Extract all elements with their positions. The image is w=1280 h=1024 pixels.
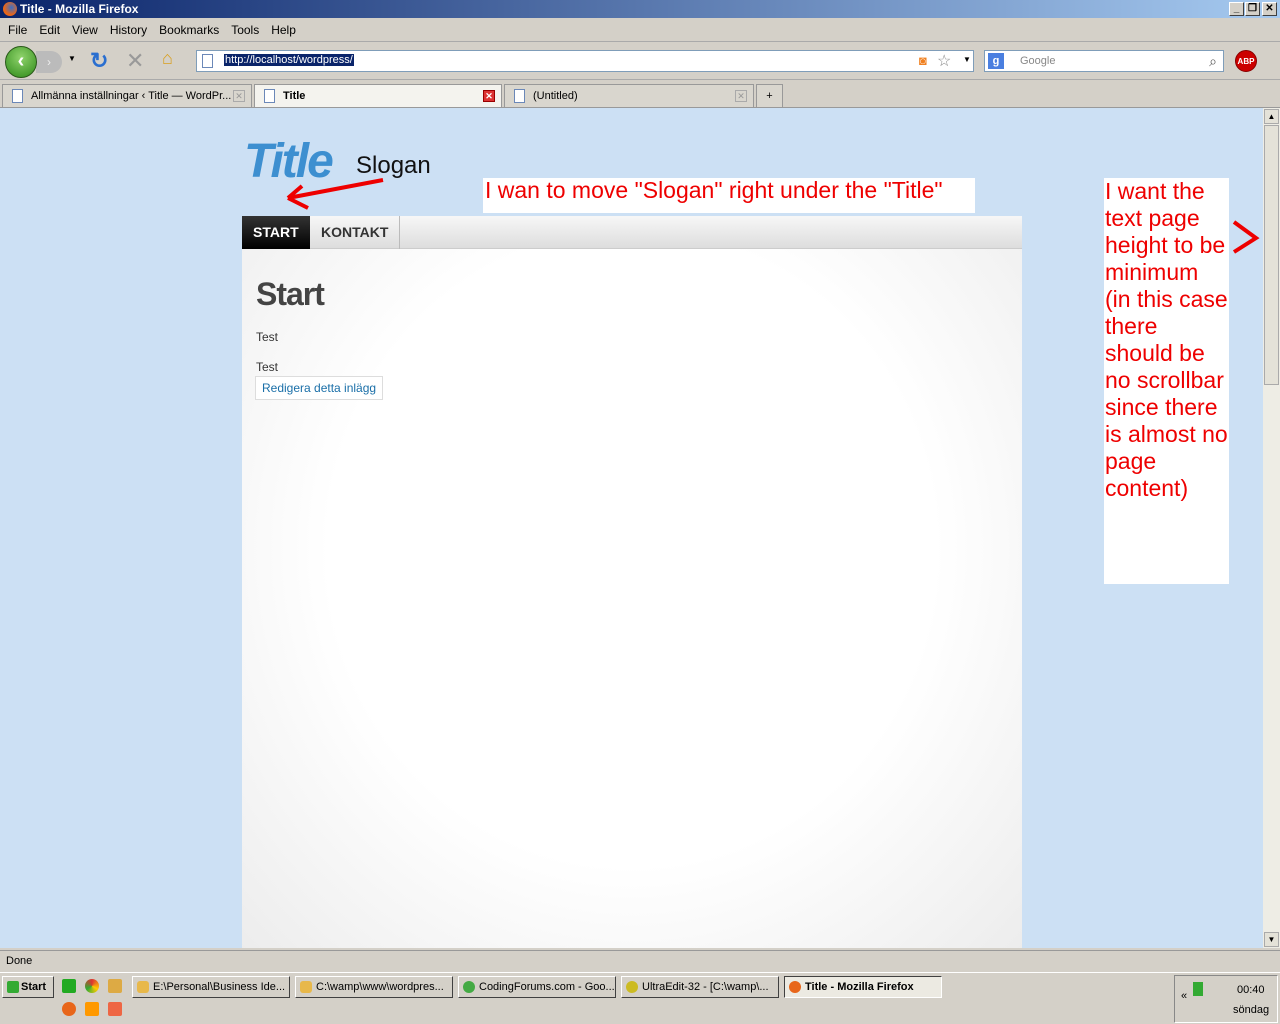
- firefox-icon: [3, 2, 17, 16]
- title-bar: Title - Mozilla Firefox _ ❐ ✕: [0, 0, 1280, 18]
- tab-title[interactable]: Title ✕: [254, 84, 502, 107]
- chrome-icon[interactable]: [85, 979, 99, 993]
- restore-button[interactable]: ❐: [1245, 2, 1260, 16]
- menu-view[interactable]: View: [66, 20, 104, 41]
- url-dropdown-icon[interactable]: ▼: [963, 55, 971, 64]
- window-title: Title - Mozilla Firefox: [20, 2, 139, 16]
- tab-label: Allmänna inställningar ‹ Title — WordPr.…: [31, 90, 232, 102]
- page-content-area: START KONTAKT Start Test Test Redigera d…: [242, 216, 1022, 948]
- taskbar-item-explorer-2[interactable]: C:\wamp\www\wordpres...: [295, 976, 453, 998]
- menu-bar: File Edit View History Bookmarks Tools H…: [0, 20, 1280, 42]
- close-tab-icon[interactable]: ✕: [735, 90, 747, 102]
- taskbar-label: Title - Mozilla Firefox: [805, 981, 914, 993]
- tab-label: Title: [283, 90, 306, 102]
- ultraedit-icon: [626, 981, 638, 993]
- tab-wordpress-settings[interactable]: Allmänna inställningar ‹ Title — WordPr.…: [2, 84, 252, 107]
- chrome-icon: [463, 981, 475, 993]
- rss-icon[interactable]: ◙: [919, 53, 927, 68]
- network-icon[interactable]: [1193, 982, 1203, 996]
- folder-icon: [137, 981, 149, 993]
- annotation-note-slogan: I wan to move "Slogan" right under the "…: [483, 178, 975, 213]
- nav-start[interactable]: START: [242, 216, 310, 249]
- paragraph: Test: [256, 360, 279, 374]
- vertical-scrollbar[interactable]: ▲ ▼: [1263, 108, 1280, 948]
- tab-untitled[interactable]: (Untitled) ✕: [504, 84, 754, 107]
- tab-bar: Allmänna inställningar ‹ Title — WordPr.…: [0, 82, 1280, 108]
- start-label: Start: [21, 981, 47, 993]
- close-tab-icon[interactable]: ✕: [233, 90, 245, 102]
- adblock-icon[interactable]: ABP: [1235, 50, 1257, 72]
- home-icon[interactable]: ⌂: [162, 48, 173, 69]
- page-icon: [514, 89, 525, 103]
- clock-time[interactable]: 00:40: [1237, 984, 1265, 996]
- taskbar-item-explorer-1[interactable]: E:\Personal\Business Ide...: [132, 976, 290, 998]
- menu-help[interactable]: Help: [265, 20, 302, 41]
- search-placeholder: Google: [1020, 55, 1056, 67]
- google-icon[interactable]: g: [988, 53, 1004, 69]
- status-bar: Done: [0, 950, 1280, 972]
- page-icon: [264, 89, 275, 103]
- scroll-up-icon[interactable]: ▲: [1264, 109, 1279, 124]
- taskbar-item-chrome[interactable]: CodingForums.com - Goo...: [458, 976, 616, 998]
- page-viewport: Title Slogan I wan to move "Slogan" righ…: [0, 108, 1263, 948]
- search-input[interactable]: g Google ⌕: [984, 50, 1224, 72]
- clock-day: söndag: [1233, 1004, 1270, 1016]
- taskbar-label: CodingForums.com - Goo...: [479, 981, 615, 993]
- menu-file[interactable]: File: [2, 20, 33, 41]
- bookmark-star-icon[interactable]: ☆: [937, 51, 951, 71]
- firefox-icon: [789, 981, 801, 993]
- menu-edit[interactable]: Edit: [33, 20, 66, 41]
- taskbar-label: E:\Personal\Business Ide...: [153, 981, 286, 993]
- menu-bookmarks[interactable]: Bookmarks: [153, 20, 225, 41]
- tab-label: (Untitled): [533, 90, 578, 102]
- scrollbar-thumb[interactable]: [1264, 125, 1279, 385]
- red-arrow-annotation: [286, 178, 384, 210]
- search-icon[interactable]: ⌕: [1209, 51, 1217, 71]
- url-text[interactable]: http://localhost/wordpress/: [224, 54, 354, 66]
- page-icon: [12, 89, 23, 103]
- new-tab-button[interactable]: +: [756, 84, 783, 107]
- back-button[interactable]: ‹: [5, 46, 37, 78]
- system-tray: « 00:40 söndag: [1174, 975, 1278, 1023]
- paragraph: Test: [256, 330, 279, 344]
- taskbar-item-firefox[interactable]: Title - Mozilla Firefox: [784, 976, 942, 998]
- folder-icon: [300, 981, 312, 993]
- scroll-down-icon[interactable]: ▼: [1264, 932, 1279, 947]
- page-heading: Start: [256, 276, 325, 312]
- minimize-button[interactable]: _: [1229, 2, 1244, 16]
- expand-tray-icon[interactable]: «: [1181, 990, 1187, 1002]
- site-nav: START KONTAKT: [242, 216, 1022, 249]
- red-arrow-annotation: [1232, 220, 1260, 254]
- history-dropdown-icon[interactable]: ▼: [68, 54, 76, 63]
- utorrent-icon[interactable]: [62, 979, 76, 993]
- taskbar: Start E:\Personal\Business Ide... C:\wam…: [0, 972, 1280, 1024]
- start-button[interactable]: Start: [2, 976, 54, 998]
- menu-tools[interactable]: Tools: [225, 20, 265, 41]
- taskbar-label: C:\wamp\www\wordpres...: [316, 981, 444, 993]
- app-icon[interactable]: [85, 1002, 99, 1016]
- app-icon[interactable]: [108, 979, 122, 993]
- close-button[interactable]: ✕: [1262, 2, 1277, 16]
- windows-icon: [7, 981, 19, 993]
- status-text: Done: [6, 955, 33, 967]
- stop-icon[interactable]: ✕: [126, 48, 144, 74]
- edit-post-link[interactable]: Redigera detta inlägg: [255, 376, 384, 400]
- address-bar[interactable]: http://localhost/wordpress/ ◙ ☆ ▼: [196, 50, 974, 72]
- forward-button[interactable]: ›: [36, 51, 62, 73]
- firefox-icon[interactable]: [62, 1002, 76, 1016]
- page-icon: [202, 54, 213, 68]
- menu-history[interactable]: History: [104, 20, 153, 41]
- reload-icon[interactable]: ↻: [90, 48, 108, 74]
- taskbar-item-ultraedit[interactable]: UltraEdit-32 - [C:\wamp\...: [621, 976, 779, 998]
- nav-kontakt[interactable]: KONTAKT: [310, 216, 400, 249]
- app-icon[interactable]: [108, 1002, 122, 1016]
- close-tab-icon[interactable]: ✕: [483, 90, 495, 102]
- taskbar-label: UltraEdit-32 - [C:\wamp\...: [642, 981, 769, 993]
- annotation-note-height: I want the text page height to be minimu…: [1104, 178, 1229, 584]
